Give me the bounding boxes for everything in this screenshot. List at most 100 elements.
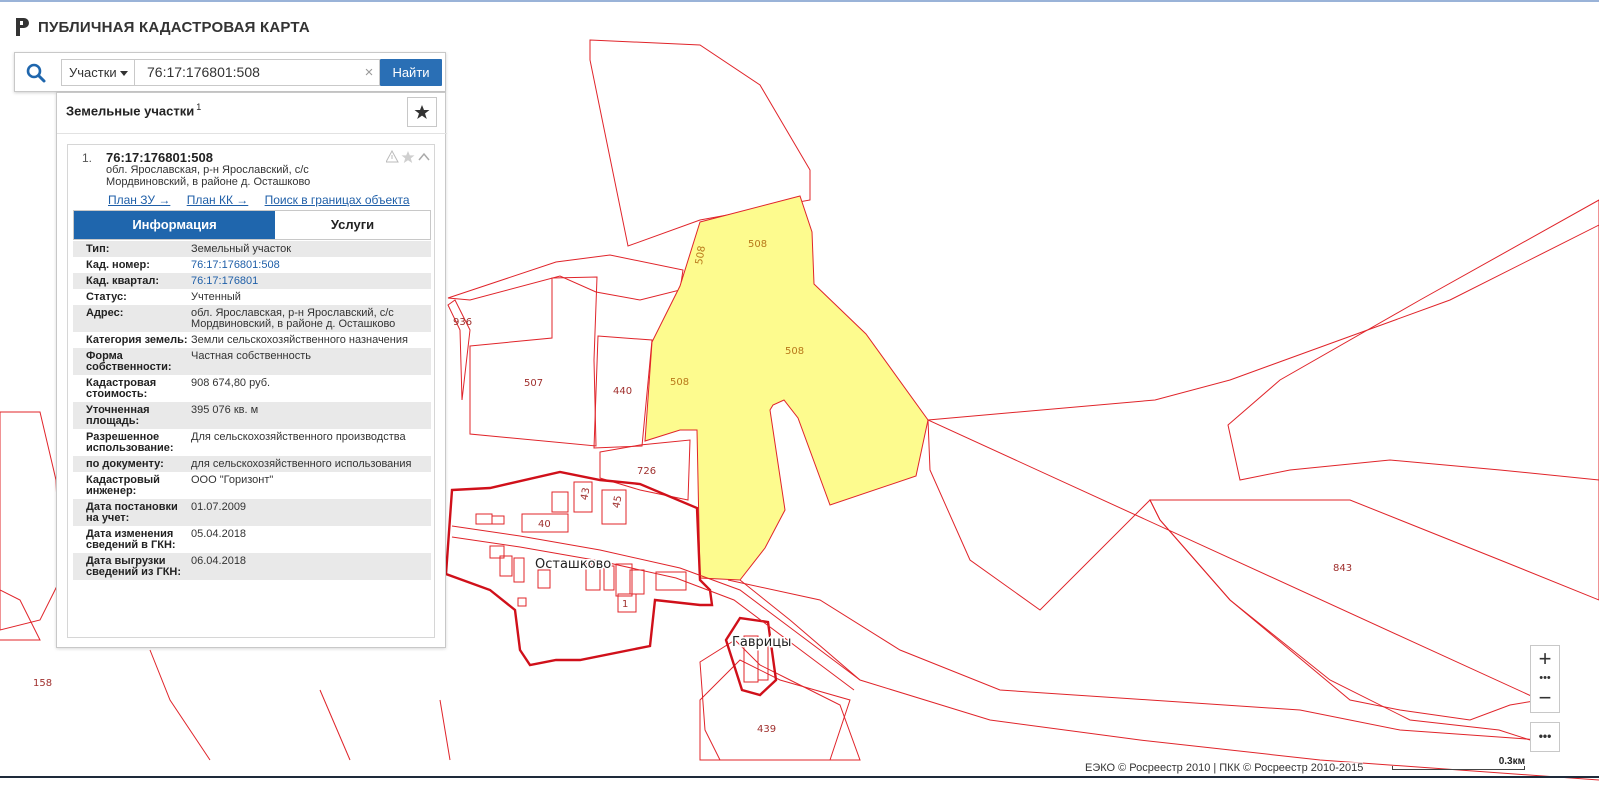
attribute-row: Дата изменения сведений в ГКН: 05.04.2018 — [73, 526, 431, 553]
parcel-west[interactable] — [0, 411, 61, 631]
tab-services[interactable]: Услуги — [275, 211, 430, 239]
chevron-down-icon — [120, 71, 128, 76]
label-726: 726 — [637, 466, 656, 477]
search-type-label: Участки — [69, 65, 117, 80]
attribute-key: Кадастровый инженер: — [86, 474, 160, 497]
pkk-logo-icon[interactable] — [14, 16, 30, 38]
attribute-key: Категория земель: — [86, 334, 188, 346]
result-address: обл. Ярославская, р-н Ярославский, с/с М… — [106, 164, 311, 188]
app-title: ПУБЛИЧНАЯ КАДАСТРОВАЯ КАРТА — [38, 18, 310, 36]
attribute-value: Учтенный — [191, 291, 241, 303]
attribute-row: Адрес: обл. Ярославская, р-н Ярославский,… — [73, 305, 431, 332]
label-40: 40 — [538, 519, 551, 530]
zoom-out-button[interactable]: − — [1531, 686, 1559, 710]
attribute-row: Категория земель: Земли сельскохозяйствен… — [73, 332, 431, 348]
search-icon[interactable] — [25, 62, 47, 84]
attribute-row: Кадастровый инженер: ООО "Горизонт" — [73, 472, 431, 499]
attribute-value: 395 076 кв. м — [191, 404, 259, 416]
result-index: 1. — [82, 151, 93, 165]
road-line-1 — [451, 525, 861, 681]
search-input[interactable]: 76:17:176801:508 — [135, 59, 380, 86]
chevron-up-icon[interactable] — [418, 152, 430, 161]
attribute-value: 01.07.2009 — [191, 501, 247, 513]
attribute-key: Дата выгрузки сведений из ГКН: — [86, 555, 182, 578]
parcel-southwest[interactable] — [0, 589, 41, 641]
bottom-border — [0, 776, 1599, 778]
parcel-south-line[interactable] — [149, 649, 211, 761]
parcel-936[interactable] — [447, 299, 471, 401]
zoom-level-dots[interactable]: ••• — [1531, 673, 1559, 684]
zoom-control: + ••• − — [1530, 645, 1560, 713]
attribute-key: Форма собственности: — [86, 350, 172, 373]
label-45: 45 — [611, 495, 624, 509]
search-query: 76:17:176801:508 — [147, 64, 260, 80]
attribute-value: Частная собственность — [191, 350, 312, 362]
results-title: Земельные участки 1 — [66, 102, 201, 118]
result-cad-number[interactable]: 76:17:176801:508 — [106, 150, 213, 165]
results-count: 1 — [196, 102, 202, 112]
attribute-key: Статус: — [86, 291, 127, 303]
attribute-row: Дата выгрузки сведений из ГКН: 06.04.2018 — [73, 553, 431, 580]
label-843: 843 — [1333, 563, 1352, 574]
star-outline-icon[interactable] — [401, 151, 415, 163]
find-button[interactable]: Найти — [380, 59, 442, 86]
attribute-row: Статус: Учтенный — [73, 289, 431, 305]
parcel-508-selected[interactable] — [644, 195, 929, 581]
label-507: 507 — [524, 378, 543, 389]
label-440: 440 — [613, 386, 632, 397]
parcel-east-right[interactable] — [1227, 199, 1599, 481]
star-icon — [414, 105, 430, 119]
place-gavritsy: Гаврицы — [732, 635, 791, 650]
clear-icon[interactable]: × — [359, 59, 379, 86]
label-508-b: 508 — [785, 346, 804, 357]
attribute-key: Уточненная площадь: — [86, 404, 150, 427]
label-508-c: 508 — [670, 377, 689, 388]
place-ostashkovo: Осташково — [535, 557, 611, 572]
parcel-south-line-2[interactable] — [319, 689, 351, 761]
panel-divider — [57, 133, 447, 134]
favorites-button[interactable] — [407, 97, 437, 127]
search-type-select[interactable]: Участки — [61, 59, 135, 86]
attribute-key: Дата изменения сведений в ГКН: — [86, 528, 176, 551]
result-actions — [386, 150, 430, 163]
label-508-a: 508 — [748, 239, 767, 250]
attribute-row: Кад. номер: 76:17:176801:508 — [73, 257, 431, 273]
result-card[interactable]: 1. 76:17:176801:508 обл. Ярославская, р-… — [67, 144, 435, 638]
attribute-key: по документу: — [86, 458, 164, 470]
attribute-row: Кад. квартал: 76:17:176801 — [73, 273, 431, 289]
parcel-northeast-large[interactable] — [926, 224, 1599, 721]
attribute-value: обл. Ярославская, р-н Ярославский, с/с М… — [191, 307, 396, 330]
results-title-text: Земельные участки — [66, 103, 195, 119]
label-43: 43 — [579, 487, 592, 501]
link-plan-zu[interactable]: План ЗУ → — [108, 193, 170, 207]
warning-icon[interactable] — [386, 150, 399, 163]
attribute-key: Кад. квартал: — [86, 275, 160, 287]
label-1: 1 — [622, 599, 628, 610]
attribute-value: для сельскохозяйственного использования — [191, 458, 412, 470]
more-tools-button[interactable]: ••• — [1530, 722, 1560, 752]
attribute-key: Кад. номер: — [86, 259, 150, 271]
attribute-row: Разрешенное использование: Для сельскохоз… — [73, 429, 431, 456]
label-439: 439 — [757, 724, 776, 735]
top-border — [0, 0, 1599, 2]
scale-line — [1392, 766, 1525, 770]
attribute-key: Дата постановки на учет: — [86, 501, 178, 524]
attribute-value[interactable]: 76:17:176801 — [191, 276, 431, 287]
attribute-row: Форма собственности: Частная собственност… — [73, 348, 431, 375]
attribute-value: 06.04.2018 — [191, 555, 247, 567]
parcel-road-south[interactable] — [739, 579, 1599, 781]
zoom-in-button[interactable]: + — [1531, 647, 1559, 671]
link-plan-kk[interactable]: План КК → — [187, 193, 249, 207]
attribute-value: Для сельскохозяйственного производства — [191, 431, 406, 443]
scale-bar: 0.3км — [1392, 756, 1527, 774]
tab-information[interactable]: Информация — [74, 211, 275, 239]
attribute-row: Тип: Земельный участок — [73, 241, 431, 257]
attribute-key: Тип: — [86, 243, 110, 255]
attribute-key: Адрес: — [86, 307, 124, 319]
parcel-843[interactable] — [927, 419, 1531, 741]
attribute-value[interactable]: 76:17:176801:508 — [191, 260, 431, 271]
parcel-507[interactable] — [469, 276, 598, 447]
label-936: 936 — [453, 317, 472, 328]
parcel-south-line-3[interactable] — [439, 699, 451, 761]
parcel-east-lower[interactable] — [727, 579, 1541, 741]
